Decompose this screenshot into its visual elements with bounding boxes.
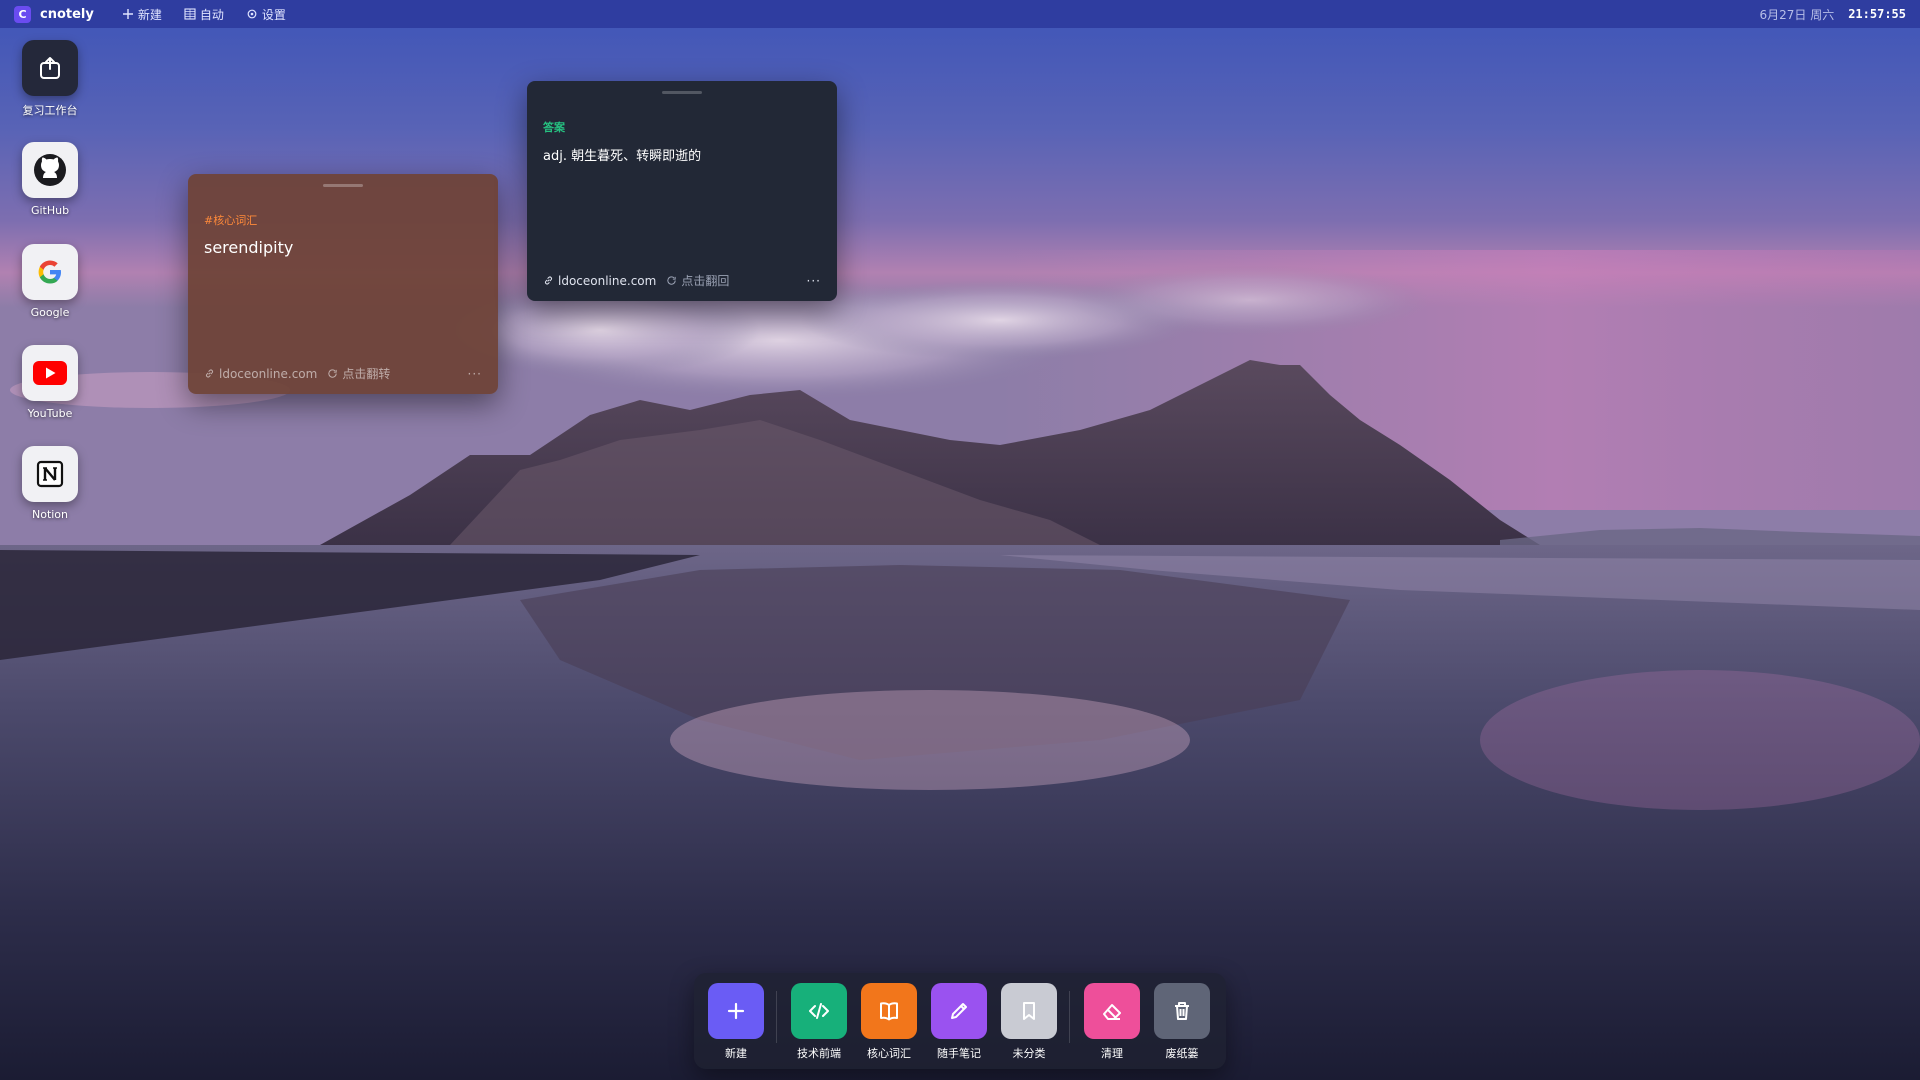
dock-label: 未分类 (1012, 1047, 1046, 1060)
dock-trash[interactable]: 废纸篓 (1154, 983, 1210, 1061)
dock-core-vocab[interactable]: 核心词汇 (861, 983, 917, 1061)
refresh-icon (667, 276, 676, 285)
card-footer: ldoceonline.com 点击翻回 ··· (543, 272, 821, 289)
desktop-icon-notion[interactable]: Notion (22, 446, 78, 521)
more-options-button[interactable]: ··· (807, 274, 821, 288)
link-icon (544, 276, 553, 285)
desktop-icon-review-workspace[interactable]: 复习工作台 (22, 40, 78, 118)
flip-label: 点击翻转 (342, 367, 391, 381)
card-tag: #核心词汇 (204, 214, 258, 227)
more-options-button[interactable]: ··· (468, 367, 482, 381)
notion-icon (22, 446, 78, 502)
desktop-icon-google[interactable]: Google (22, 244, 78, 319)
drag-handle[interactable] (662, 91, 702, 94)
menu-auto-label: 自动 (199, 7, 224, 22)
flip-label: 点击翻回 (681, 274, 730, 288)
dock-quick-notes[interactable]: 随手笔记 (931, 983, 987, 1061)
review-workspace-icon (22, 40, 78, 96)
google-icon (22, 244, 78, 300)
flashcard-front[interactable]: #核心词汇 serendipity ldoceonline.com 点击翻转 ·… (188, 174, 498, 394)
drag-handle[interactable] (323, 184, 363, 187)
menu-new-label: 新建 (137, 7, 162, 22)
flip-button[interactable]: 点击翻转 (327, 365, 390, 382)
flashcard-answer[interactable]: 答案 adj. 朝生暮死、转瞬即逝的 ldoceonline.com 点击翻回 … (527, 81, 837, 301)
menu-new[interactable]: 新建 (122, 6, 162, 23)
card-footer: ldoceonline.com 点击翻转 ··· (204, 365, 482, 382)
dock-cleanup[interactable]: 清理 (1084, 983, 1140, 1061)
book-icon (861, 983, 917, 1039)
menu-auto[interactable]: 自动 (184, 6, 224, 23)
desktop-icon-label: GitHub (30, 204, 70, 217)
dock-label: 技术前端 (797, 1047, 841, 1060)
date-display: 6月27日 周六 (1759, 7, 1835, 22)
plus-icon (708, 983, 764, 1039)
dock-new[interactable]: 新建 (708, 983, 764, 1061)
trash-icon (1154, 983, 1210, 1039)
desktop-wallpaper (0, 0, 1920, 1080)
top-menu-bar: C cnotely 新建 自动 设置 6月27日 周六 21:57:55 (0, 0, 1920, 28)
grid-icon (184, 8, 196, 20)
dock-tech-frontend[interactable]: 技术前端 (791, 983, 847, 1061)
dock-uncategorized[interactable]: 未分类 (1001, 983, 1057, 1061)
app-brand[interactable]: C cnotely (14, 5, 94, 23)
bottom-dock: 新建 技术前端 核心词汇 随手笔记 未分类 清理 废纸篓 (694, 973, 1226, 1069)
dock-label: 随手笔记 (937, 1047, 981, 1060)
menu-settings-label: 设置 (261, 7, 286, 22)
link-icon (205, 369, 214, 378)
source-link[interactable]: ldoceonline.com (543, 274, 656, 288)
card-word: serendipity (204, 238, 294, 257)
gear-icon (247, 9, 257, 19)
youtube-icon (22, 345, 78, 401)
eraser-icon (1084, 983, 1140, 1039)
github-icon (22, 142, 78, 198)
menu-settings[interactable]: 设置 (246, 6, 286, 23)
plus-icon (122, 9, 133, 19)
source-link-text: ldoceonline.com (558, 273, 657, 288)
source-link-text: ldoceonline.com (219, 366, 318, 381)
desktop-icon-label: 复习工作台 (22, 104, 78, 117)
bookmark-icon (1001, 983, 1057, 1039)
code-icon (791, 983, 847, 1039)
dock-divider (776, 991, 777, 1043)
dock-label: 核心词汇 (867, 1047, 911, 1060)
desktop-icon-label: Google (30, 306, 70, 319)
pencil-icon (931, 983, 987, 1039)
desktop-icon-github[interactable]: GitHub (22, 142, 78, 217)
desktop-icon-youtube[interactable]: YouTube (22, 345, 78, 420)
dock-label: 新建 (725, 1047, 747, 1060)
app-logo: C (14, 5, 31, 23)
answer-text: adj. 朝生暮死、转瞬即逝的 (543, 149, 702, 164)
answer-tag: 答案 (543, 121, 565, 134)
flip-back-button[interactable]: 点击翻回 (666, 272, 729, 289)
source-link[interactable]: ldoceonline.com (204, 367, 317, 381)
dock-label: 清理 (1101, 1047, 1123, 1060)
desktop-icon-label: YouTube (27, 407, 73, 420)
desktop-icon-label: Notion (31, 508, 69, 521)
dock-divider (1069, 991, 1070, 1043)
clock-display: 21:57:55 (1848, 7, 1906, 21)
refresh-icon (328, 369, 337, 378)
app-name: cnotely (40, 6, 94, 22)
dock-label: 废纸篓 (1165, 1047, 1199, 1060)
